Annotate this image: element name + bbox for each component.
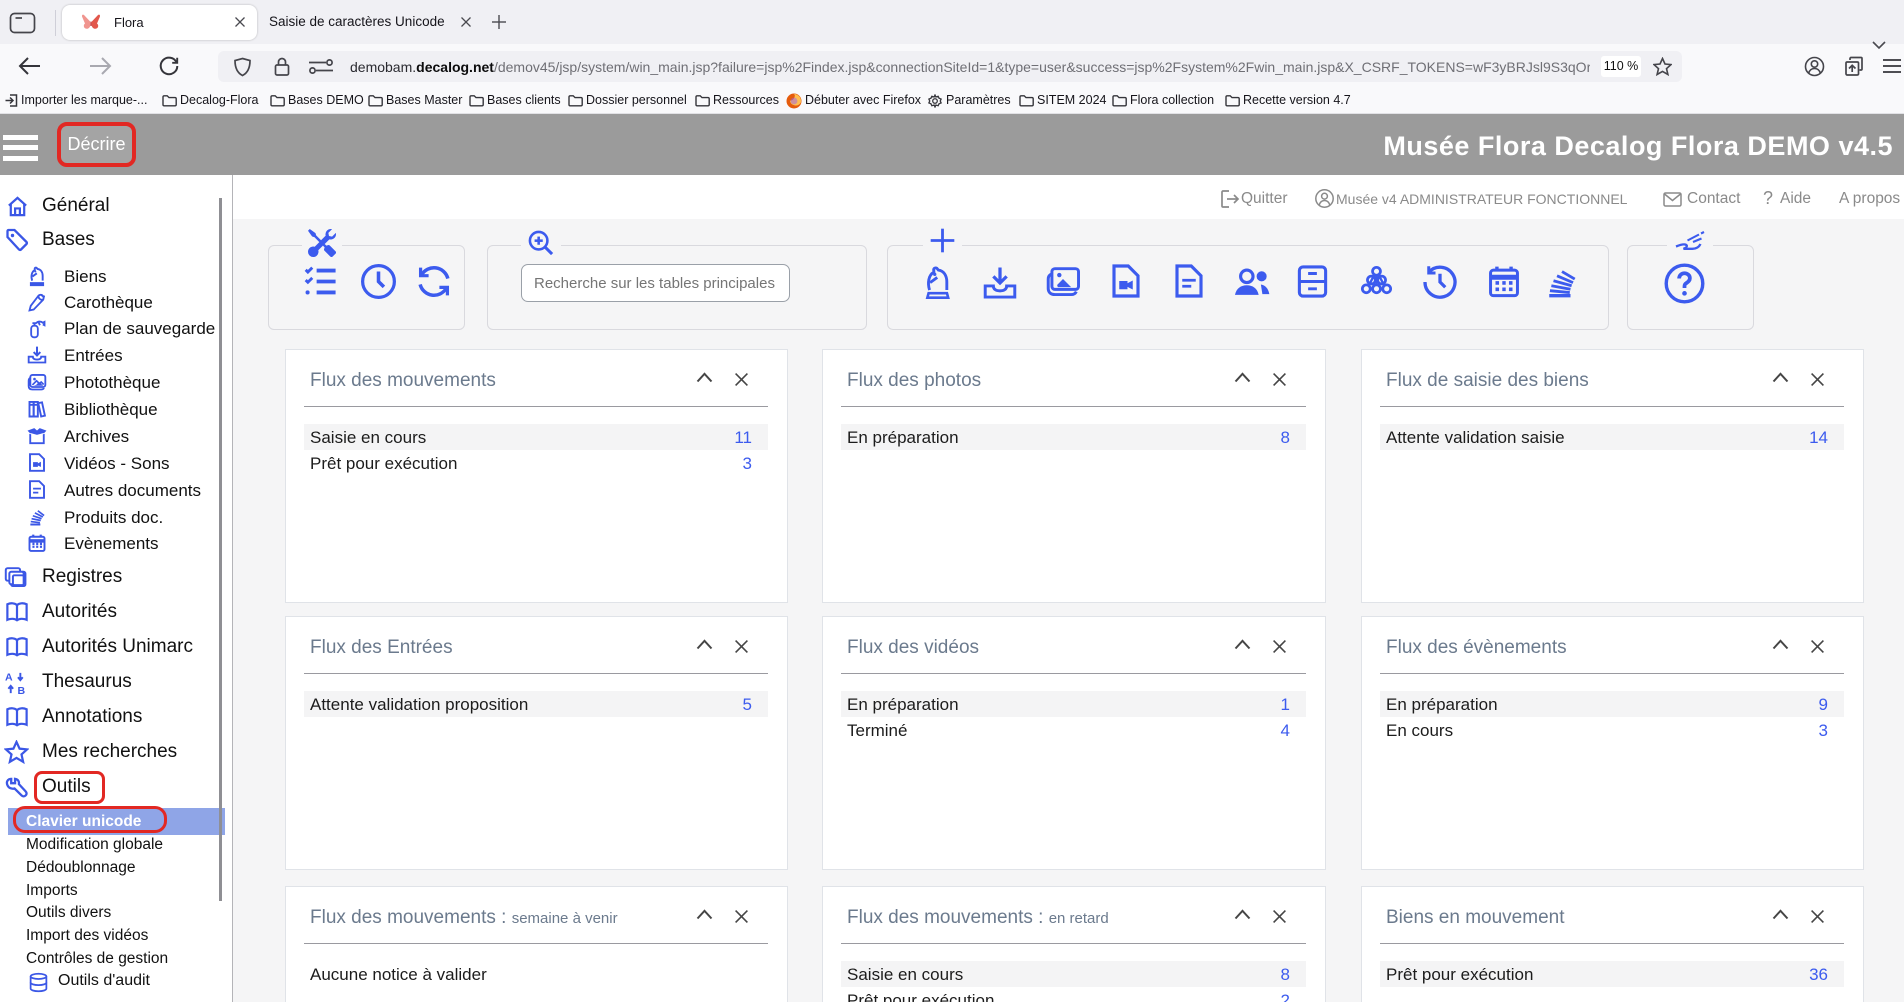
svg-text:B: B <box>17 685 25 695</box>
svg-text:A: A <box>5 672 13 684</box>
